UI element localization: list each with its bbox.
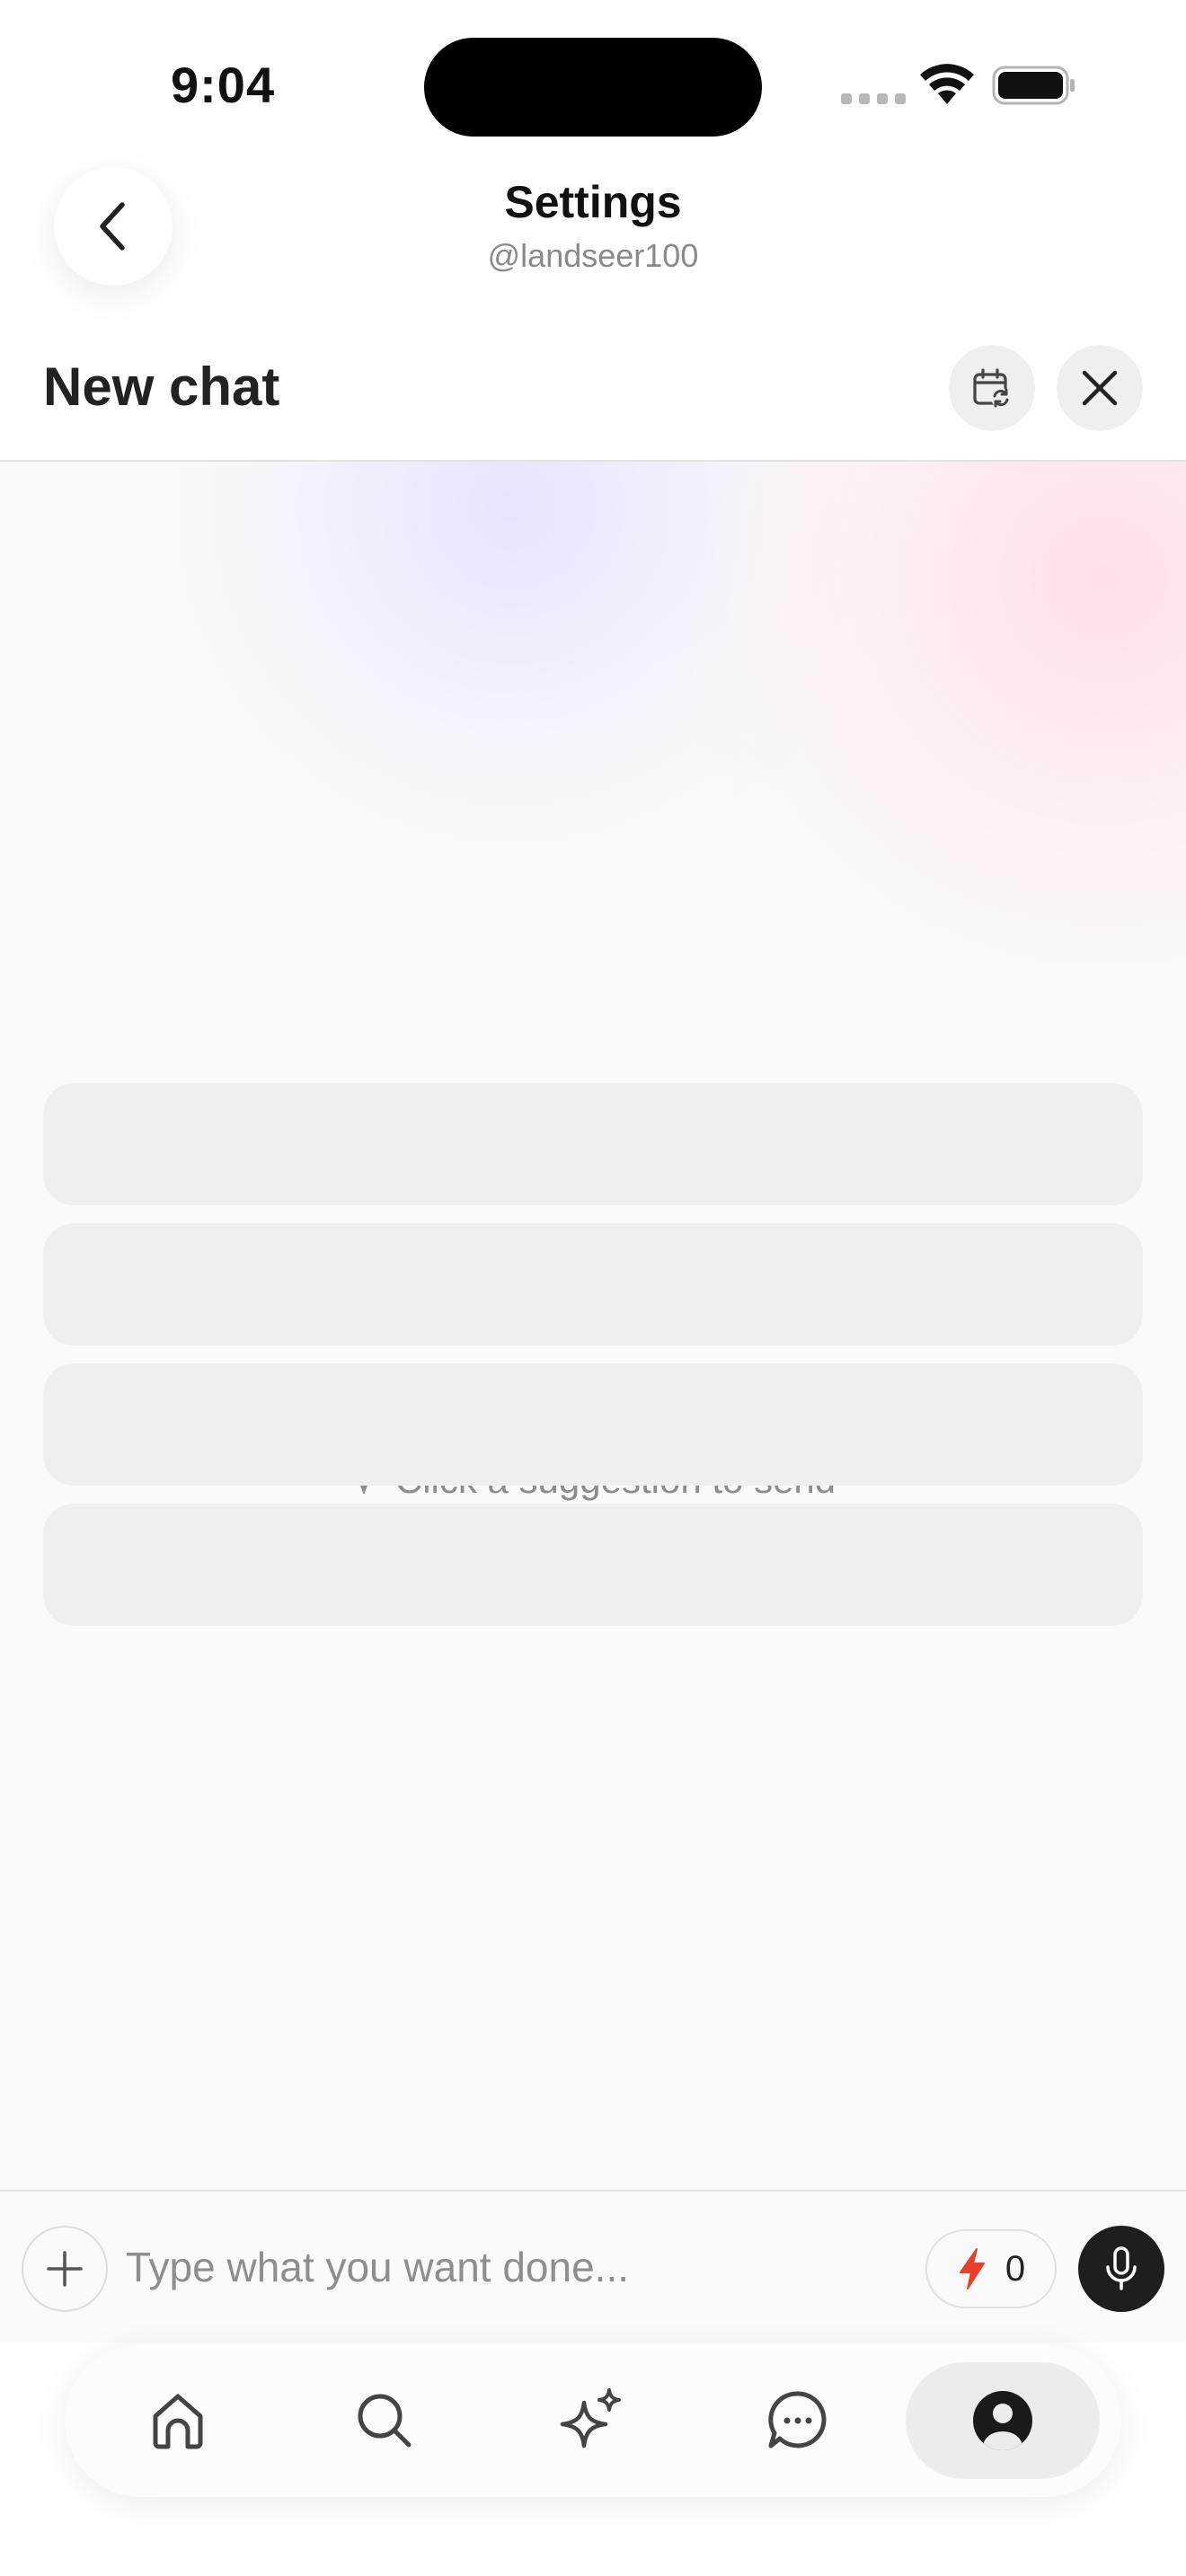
microphone-icon <box>1106 2246 1137 2290</box>
nav-item-messages[interactable] <box>701 2362 895 2479</box>
cellular-signal-icon <box>841 93 906 104</box>
close-chat-button[interactable] <box>1057 345 1143 431</box>
nav-item-search[interactable] <box>288 2362 482 2479</box>
nav-item-ai[interactable] <box>494 2362 688 2479</box>
credits-count: 0 <box>1005 2248 1026 2289</box>
page-title: Settings <box>504 177 682 227</box>
add-attachment-button[interactable] <box>22 2226 108 2312</box>
message-input[interactable] <box>126 2222 898 2312</box>
credits-badge[interactable]: 0 <box>925 2229 1057 2308</box>
status-bar: 9:04 <box>0 0 1186 153</box>
plus-icon <box>47 2251 83 2287</box>
dynamic-island <box>424 38 762 137</box>
suggestion-placeholder[interactable] <box>43 1363 1143 1486</box>
composer-bar: 0 <box>0 2190 1186 2342</box>
search-icon <box>358 2394 412 2448</box>
lightning-icon <box>959 2248 985 2289</box>
chat-history-button[interactable] <box>949 345 1035 431</box>
profile-icon <box>973 2391 1032 2450</box>
wifi-icon <box>920 64 974 104</box>
bottom-nav <box>65 2344 1121 2497</box>
close-icon <box>1082 370 1118 406</box>
background-gradient <box>665 462 1186 1019</box>
page-subtitle: @landseer100 <box>487 237 699 274</box>
sparkle-icon <box>560 2388 621 2448</box>
nav-item-profile[interactable] <box>906 2362 1100 2479</box>
home-icon <box>153 2394 203 2449</box>
suggestion-placeholder[interactable] <box>43 1223 1143 1345</box>
chat-bubble-icon <box>768 2391 827 2448</box>
suggestion-placeholder[interactable] <box>43 1083 1143 1205</box>
nav-item-home[interactable] <box>81 2362 275 2479</box>
chat-title: New chat <box>43 357 280 417</box>
battery-icon <box>992 66 1075 105</box>
suggestion-placeholder[interactable] <box>43 1504 1143 1626</box>
voice-input-button[interactable] <box>1078 2226 1164 2312</box>
calendar-sync-icon <box>973 368 1011 408</box>
chat-body: Click a suggestion to send <box>0 462 1186 2190</box>
status-time: 9:04 <box>171 57 276 113</box>
